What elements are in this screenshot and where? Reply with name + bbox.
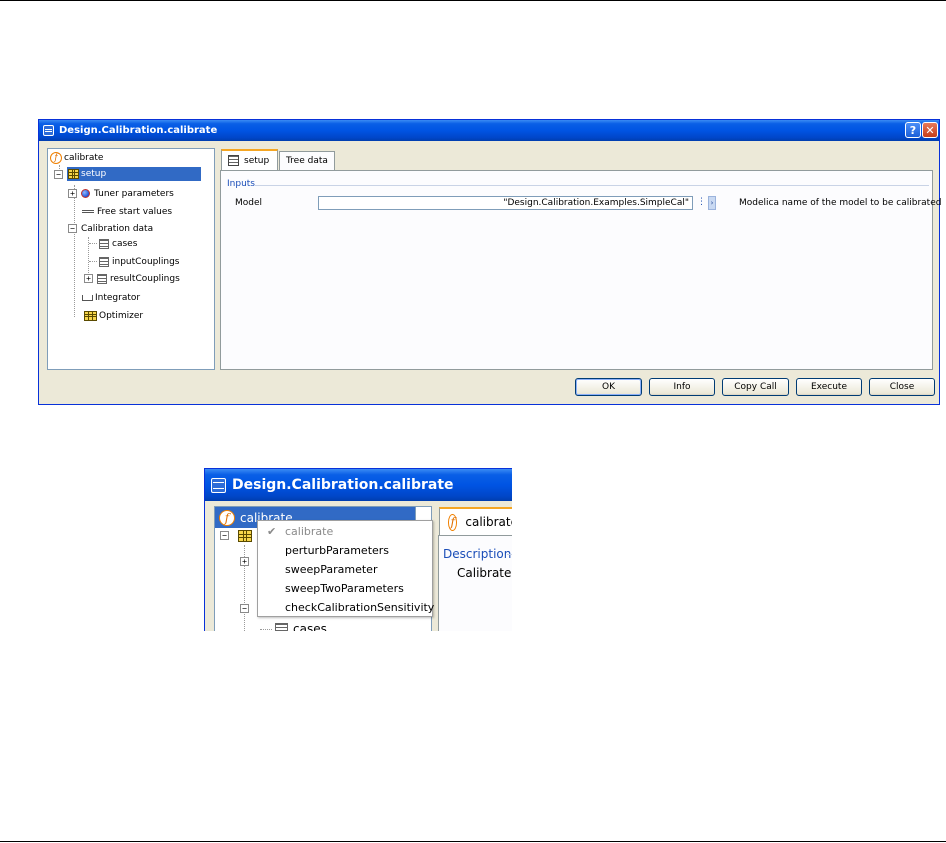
model-label: Model — [235, 198, 263, 208]
tree-guide-setup — [74, 185, 75, 317]
model-description: Modelica name of the model to be calibra… — [739, 198, 942, 208]
close-window-button[interactable]: ✕ — [922, 122, 938, 138]
tree-item-optimizer[interactable]: Optimizer — [84, 309, 143, 322]
integrator-icon — [82, 294, 93, 301]
zoom-hguide-cases — [260, 629, 272, 630]
tree-item-tuner-parameters[interactable]: + Tuner parameters — [68, 187, 174, 200]
start-values-icon — [82, 210, 94, 213]
tree-item-integrator[interactable]: Integrator — [82, 291, 140, 304]
tree-item-result-couplings[interactable]: + resultCouplings — [84, 272, 180, 285]
zoom-tree-label-cases: cases — [293, 622, 327, 631]
tree-label-tuner: Tuner parameters — [94, 188, 174, 199]
tree-label-input-couplings: inputCouplings — [112, 256, 180, 267]
collapse-icon[interactable]: − — [54, 169, 63, 179]
tree-item-calibration-data[interactable]: − Calibration data — [68, 222, 153, 235]
zoom-titlebar[interactable]: Design.Calibration.calibrate — [205, 469, 512, 501]
inputs-group-label: Inputs — [227, 179, 255, 189]
zoom-tab-calibrate[interactable]: f calibrate — [439, 507, 512, 535]
zoom-description-divider — [507, 554, 512, 555]
page-bottom-rule — [0, 841, 946, 842]
menu-item-sweep-two-parameters[interactable]: sweepTwoParameters — [258, 582, 432, 600]
info-button[interactable]: Info — [649, 378, 715, 396]
tree-label-setup: setup — [81, 169, 107, 179]
dialog-titlebar[interactable]: Design.Calibration.calibrate ? ✕ — [39, 120, 939, 141]
tab-setup[interactable]: setup — [221, 149, 278, 170]
zoomed-dialog-crop: Design.Calibration.calibrate f calibrate… — [204, 468, 512, 631]
collapse-icon[interactable]: − — [68, 224, 77, 233]
tree-label-free-start: Free start values — [97, 206, 173, 217]
zoom-expand-icon[interactable]: + — [240, 557, 249, 566]
optimizer-grid-icon — [84, 310, 97, 321]
close-button[interactable]: Close — [869, 378, 935, 396]
tab-tree-data-label: Tree data — [286, 156, 328, 166]
expand-icon[interactable]: + — [68, 189, 77, 198]
inputs-group-divider — [255, 185, 929, 186]
tree-hguide-cases — [89, 243, 97, 244]
function-icon: f — [219, 509, 235, 526]
help-button[interactable]: ? — [905, 122, 921, 138]
copy-call-button[interactable]: Copy Call — [722, 378, 789, 396]
tree-item-free-start-values[interactable]: Free start values — [82, 205, 172, 218]
zoom-collapse-icon[interactable]: − — [220, 531, 229, 540]
menu-label: calibrate — [285, 525, 334, 538]
menu-label: sweepParameter — [285, 563, 378, 576]
tree-item-input-couplings[interactable]: inputCouplings — [99, 255, 179, 268]
tree-label-calib-data: Calibration data — [81, 223, 154, 234]
tree-label-optimizer: Optimizer — [99, 310, 144, 321]
table-icon — [275, 623, 288, 631]
menu-label: sweepTwoParameters — [285, 582, 404, 595]
function-icon: f — [448, 513, 458, 531]
zoom-description-panel: Description Calibrate m — [438, 535, 512, 631]
model-browser-icon[interactable]: ⋮ — [697, 197, 707, 209]
calibrate-dialog: Design.Calibration.calibrate ? ✕ f calib… — [38, 119, 941, 405]
zoom-description-label: Description — [443, 547, 512, 561]
window-app-icon — [211, 477, 226, 493]
zoom-description-text: Calibrate m — [457, 566, 512, 580]
window-app-icon — [43, 125, 54, 136]
menu-label: perturbParameters — [285, 544, 390, 557]
dialog-title: Design.Calibration.calibrate — [59, 125, 218, 136]
function-popup-menu: ✔ calibrate perturbParameters sweepParam… — [257, 520, 435, 619]
tree-item-cases[interactable]: cases — [99, 237, 137, 250]
page-top-rule — [0, 0, 946, 1]
table-icon — [97, 273, 107, 284]
record-grid-icon — [238, 530, 252, 542]
menu-item-sweep-parameter[interactable]: sweepParameter — [258, 563, 432, 581]
tab-tree-data[interactable]: Tree data — [279, 151, 335, 170]
ok-button[interactable]: OK — [575, 378, 642, 396]
setup-panel: Inputs Model "Design.Calibration.Example… — [220, 170, 941, 370]
execute-button[interactable]: Execute — [796, 378, 862, 396]
tree-label-cases: cases — [112, 238, 138, 249]
tree-label-calibrate: calibrate — [64, 152, 104, 163]
function-icon: f — [50, 151, 62, 164]
table-icon — [99, 256, 109, 267]
component-tree[interactable]: f calibrate − setup + Tuner parameters F… — [47, 148, 215, 370]
tree-item-calibrate[interactable]: f calibrate — [50, 151, 103, 164]
zoom-collapse-icon[interactable]: − — [240, 604, 249, 613]
model-menu-arrow-icon[interactable]: › — [708, 196, 716, 210]
table-icon — [228, 155, 239, 166]
menu-item-perturb-parameters[interactable]: perturbParameters — [258, 544, 432, 562]
model-input[interactable]: "Design.Calibration.Examples.SimpleCal" — [318, 196, 693, 210]
expand-icon[interactable]: + — [84, 274, 93, 283]
zoom-title: Design.Calibration.calibrate — [232, 477, 454, 493]
tuner-icon — [81, 189, 90, 198]
table-icon — [99, 238, 109, 249]
zoom-tab-label: calibrate — [465, 515, 512, 529]
tree-item-setup-selection: setup — [67, 167, 201, 181]
menu-item-check-calibration-sensitivity[interactable]: checkCalibrationSensitivity — [258, 601, 435, 619]
tab-setup-label: setup — [244, 155, 270, 166]
tree-hguide-inputs — [89, 261, 97, 262]
menu-label: checkCalibrationSensitivity — [285, 601, 435, 614]
check-icon: ✔ — [267, 525, 277, 538]
tree-item-setup[interactable]: − setup — [54, 167, 201, 181]
zoom-tree-item-cases[interactable]: cases — [275, 621, 327, 631]
menu-item-calibrate[interactable]: ✔ calibrate — [258, 525, 432, 543]
record-grid-icon — [68, 169, 79, 179]
tree-label-integrator: Integrator — [95, 292, 141, 303]
tree-label-result-couplings: resultCouplings — [110, 273, 180, 284]
